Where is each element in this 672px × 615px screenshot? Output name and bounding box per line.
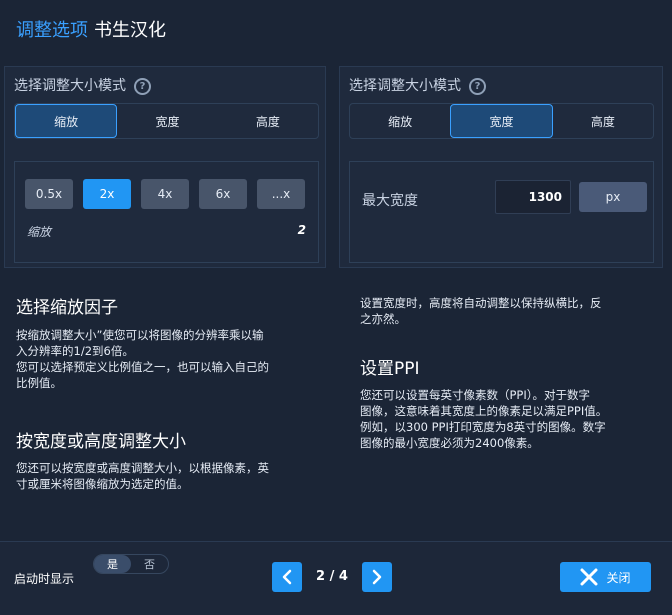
page-indicator: 2 / 4 [316,569,348,584]
dialog-subtitle: 书生汉化 [94,20,166,41]
panel-title-text: 选择调整大小模式 [14,78,126,94]
dialog-footer: 启动时显示 是 否 2 / 4 关闭 [0,541,672,615]
show-on-startup-label: 启动时显示 [14,572,75,586]
close-button-label: 关闭 [606,570,631,585]
resize-mode-tabs: 缩放 宽度 高度 [14,103,319,139]
close-button[interactable]: 关闭 [560,562,651,592]
scale-option-6x[interactable]: 6x [199,179,247,209]
scale-label: 缩放 [27,225,52,239]
text-line: 图像，这意味着其宽度上的像素足以满足PPI值。 [360,404,608,418]
previous-page-button[interactable] [272,562,302,592]
unit-selector[interactable]: px [579,182,647,212]
resize-mode-tabs: 缩放 宽度 高度 [349,103,654,139]
text-line: 按缩放调整大小”使您可以将图像的分辨率乘以输 [16,328,264,342]
panel-title: 选择调整大小模式? [349,75,486,95]
width-height-description: 您还可以按宽度或高度调整大小，以根据像素，英 寸或厘米将图像缩放为选定的值。 [16,460,269,492]
toggle-no[interactable]: 否 [131,555,168,573]
tab-width[interactable]: 宽度 [117,104,217,138]
chevron-right-icon [372,569,382,585]
tab-height[interactable]: 高度 [553,104,653,138]
tab-scale[interactable]: 缩放 [350,104,450,138]
show-on-startup-toggle[interactable]: 是 否 [93,554,169,574]
panel-title-text: 选择调整大小模式 [349,78,461,94]
scale-options-box: 0.5x 2x 4x 6x ...x 缩放 2 [14,161,319,263]
next-page-button[interactable] [362,562,392,592]
scale-option-custom[interactable]: ...x [257,179,305,209]
text-line: 您还可以按宽度或高度调整大小，以根据像素，英 [16,461,269,475]
max-width-label: 最大宽度 [362,193,418,209]
chevron-left-icon [282,569,292,585]
section-title-width-height: 按宽度或高度调整大小 [16,432,186,452]
tab-scale[interactable]: 缩放 [15,104,118,138]
dialog-title: 调整选项 [16,20,88,41]
tab-width[interactable]: 宽度 [450,104,553,138]
text-line: 之亦然。 [360,312,406,326]
text-line: 例如，以300 PPI打印宽度为8英寸的图像。数字 [360,420,606,434]
text-line: 您还可以设置每英寸像素数（PPI）。对于数字 [360,388,591,402]
help-icon[interactable]: ? [469,77,486,95]
scale-factor-description: 按缩放调整大小”使您可以将图像的分辨率乘以输 入分辨率的1/2到6倍。 您可以选… [16,327,269,391]
scale-option-0-5x[interactable]: 0.5x [25,179,73,209]
dialog-header: 调整选项 书生汉化 [16,16,166,42]
width-mode-panel: 选择调整大小模式? 缩放 宽度 高度 最大宽度 1300 px [339,66,663,268]
scale-value: 2 [297,223,306,237]
scale-mode-panel: 选择调整大小模式? 缩放 宽度 高度 0.5x 2x 4x 6x ...x 缩放… [4,66,326,268]
scale-option-4x[interactable]: 4x [141,179,189,209]
text-line: 设置宽度时，高度将自动调整以保持纵横比，反 [360,296,602,310]
toggle-yes[interactable]: 是 [94,555,131,573]
section-title-scale-factor: 选择缩放因子 [16,298,118,318]
scale-options: 0.5x 2x 4x 6x ...x [25,179,305,209]
section-title-ppi: 设置PPI [360,359,420,379]
text-line: 您可以选择预定义比例值之一，也可以输入自己的 [16,360,269,374]
help-icon[interactable]: ? [134,77,151,95]
text-line: 比例值。 [16,376,62,390]
text-line: 图像的最小宽度必须为2400像素。 [360,436,539,450]
close-icon [580,568,598,586]
scale-option-2x[interactable]: 2x [83,179,131,209]
ppi-description: 您还可以设置每英寸像素数（PPI）。对于数字 图像，这意味着其宽度上的像素足以满… [360,387,607,451]
text-line: 入分辨率的1/2到6倍。 [16,344,134,358]
width-options-box: 最大宽度 1300 px [349,161,654,263]
tab-height[interactable]: 高度 [218,104,318,138]
panel-title: 选择调整大小模式? [14,75,151,95]
text-line: 寸或厘米将图像缩放为选定的值。 [16,477,189,491]
width-aspect-description: 设置宽度时，高度将自动调整以保持纵横比，反 之亦然。 [360,295,602,327]
max-width-input[interactable]: 1300 [495,180,571,214]
